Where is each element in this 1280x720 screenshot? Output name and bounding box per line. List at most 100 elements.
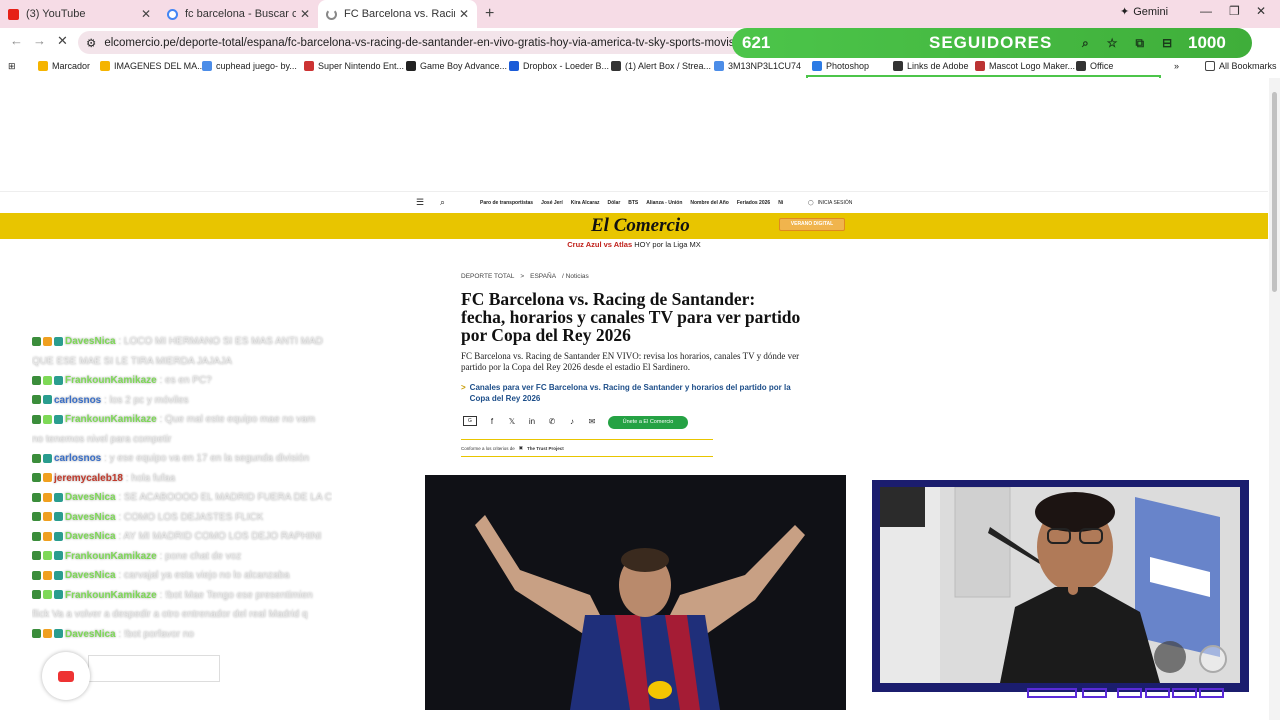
badge-icon: [43, 414, 52, 424]
promo-badge[interactable]: VERANO DIGITAL: [779, 218, 845, 231]
bookmark-item[interactable]: Links de Adobe: [893, 61, 969, 71]
promo-line[interactable]: Cruz Azul vs Atlas HOY por la Liga MX: [0, 240, 1268, 249]
breadcrumb-item[interactable]: DEPORTE TOTAL: [461, 273, 514, 280]
nav-link[interactable]: Dólar: [607, 200, 620, 206]
chat-message: FrankounKamikaze : !bot Mae Tengo ese pr…: [32, 586, 332, 606]
chat-username[interactable]: DavesNica: [65, 570, 116, 581]
bookmark-item[interactable]: Super Nintendo Ent...: [304, 61, 404, 71]
email-icon[interactable]: ✉: [587, 417, 597, 426]
breadcrumb-item[interactable]: ESPAÑA: [530, 273, 556, 280]
chat-text: : !bot Mae Tengo ese presentimien: [159, 589, 313, 601]
tiktok-icon[interactable]: ♪: [567, 417, 577, 426]
badge-icon: [43, 629, 52, 639]
whatsapp-join-button[interactable]: Únete a El Comercio: [608, 416, 688, 429]
x-icon[interactable]: 𝕏: [507, 417, 517, 426]
whatsapp-icon[interactable]: ✆: [547, 417, 557, 426]
chat-message: FrankounKamikaze : Que mal este equipo m…: [32, 410, 332, 430]
chat-username[interactable]: FrankounKamikaze: [65, 551, 157, 562]
address-bar[interactable]: ⚙ elcomercio.pe/deporte-total/espana/fc-…: [78, 31, 778, 54]
google-news-icon[interactable]: G: [463, 416, 477, 426]
close-window-icon[interactable]: ✕: [1256, 4, 1266, 18]
chat-username[interactable]: jeremycaleb18: [54, 473, 123, 484]
badge-icon: [32, 336, 41, 346]
back-icon[interactable]: ←: [10, 33, 23, 48]
tab-elcomercio[interactable]: FC Barcelona vs. Racing de Sant ✕: [318, 0, 477, 28]
user-icon: ◯: [808, 199, 814, 206]
facebook-icon[interactable]: f: [487, 417, 497, 426]
youtube-icon[interactable]: [42, 652, 90, 700]
tab-youtube[interactable]: (3) YouTube ✕: [0, 0, 159, 28]
forward-icon[interactable]: →: [33, 33, 46, 48]
chat-username[interactable]: FrankounKamikaze: [65, 414, 157, 425]
stop-icon[interactable]: ✕: [57, 33, 68, 49]
nav-link[interactable]: Feriados 2026: [737, 200, 770, 206]
minimize-icon[interactable]: —: [1200, 4, 1212, 18]
chat-message: DavesNica : carvajal ya esta viejo no lo…: [32, 566, 332, 586]
chat-input[interactable]: [88, 655, 220, 682]
scrollbar-thumb[interactable]: [1272, 92, 1277, 292]
close-icon[interactable]: ✕: [300, 7, 310, 21]
badge-icon: [43, 570, 52, 580]
tab-google-search[interactable]: fc barcelona - Buscar con Goog ✕: [159, 0, 318, 28]
profile-icon[interactable]: ⊟: [1162, 36, 1172, 51]
chat-username[interactable]: FrankounKamikaze: [65, 590, 157, 601]
article-photo[interactable]: [425, 475, 846, 710]
chat-username[interactable]: carlosnos: [54, 453, 101, 464]
nav-link[interactable]: Ni: [778, 200, 783, 206]
breadcrumb-item[interactable]: / Noticias: [562, 273, 589, 280]
chat-text: : carvajal ya esta viejo no lo alcanzaba: [118, 570, 290, 581]
site-logo[interactable]: El Comercio: [591, 215, 690, 237]
bookmark-item[interactable]: Photoshop: [812, 61, 869, 71]
chat-text: QUE ESE MAE SI LE TIRA MIERDA JAJAJA: [32, 355, 232, 367]
chat-message: DavesNica : LOCO MI HERMANO SI ES MAS AN…: [32, 332, 332, 352]
close-icon[interactable]: ✕: [141, 7, 151, 21]
apps-icon[interactable]: ⊞: [8, 61, 16, 72]
chat-username[interactable]: DavesNica: [65, 629, 116, 640]
bookmark-item[interactable]: Mascot Logo Maker...: [975, 61, 1075, 71]
maximize-icon[interactable]: ❐: [1229, 4, 1240, 18]
bookmark-item[interactable]: Game Boy Advance...: [406, 61, 507, 71]
bookmark-icon: [812, 61, 822, 71]
nav-link[interactable]: Kira Alcaraz: [571, 200, 600, 206]
all-bookmarks[interactable]: All Bookmarks: [1205, 61, 1277, 71]
login-link[interactable]: ◯ INICIA SESIÓN: [808, 200, 852, 206]
nav-link[interactable]: Alianza - Unión: [646, 200, 682, 206]
bookmark-item[interactable]: IMAGENES DEL MA...: [100, 61, 205, 71]
linkedin-icon[interactable]: in: [527, 417, 537, 426]
new-tab-button[interactable]: +: [485, 5, 494, 23]
chat-username[interactable]: DavesNica: [65, 492, 116, 503]
search-icon[interactable]: ⌕: [440, 197, 445, 208]
nav-link[interactable]: Paro de transportistas: [480, 200, 533, 206]
menu-icon[interactable]: ☰: [416, 197, 424, 208]
chat-username[interactable]: DavesNica: [65, 336, 116, 347]
chat-username[interactable]: FrankounKamikaze: [65, 375, 157, 386]
bookmark-item[interactable]: 3M13NP3L1CU74: [714, 61, 801, 71]
stream-chat: DavesNica : LOCO MI HERMANO SI ES MAS AN…: [32, 332, 332, 644]
bookmark-item[interactable]: Office: [1076, 61, 1113, 71]
chat-username[interactable]: carlosnos: [54, 395, 101, 406]
bookmark-item[interactable]: Marcador: [38, 61, 90, 71]
zoom-icon[interactable]: ⌕: [1082, 36, 1089, 51]
nav-link[interactable]: BTS: [628, 200, 638, 206]
badge-icon: [43, 590, 52, 600]
bookmark-icon: [100, 61, 110, 71]
sparkle-icon: ✦: [1120, 6, 1130, 18]
chevron-right-icon[interactable]: »: [1174, 61, 1179, 71]
nav-link[interactable]: Nombre del Año: [690, 200, 728, 206]
trust-project[interactable]: Conforme a los criterios de ▣ The Trust Pr…: [461, 445, 564, 451]
star-icon[interactable]: ☆: [1107, 36, 1118, 51]
bookmark-item[interactable]: cuphead juego- by...: [202, 61, 297, 71]
site-info-icon[interactable]: ⚙: [86, 36, 96, 50]
tab-title: fc barcelona - Buscar con Goog: [185, 8, 296, 20]
gemini-button[interactable]: ✦ Gemini: [1120, 5, 1168, 19]
nav-link[interactable]: José Jerí: [541, 200, 563, 206]
chat-username[interactable]: DavesNica: [65, 531, 116, 542]
close-icon[interactable]: ✕: [459, 7, 469, 21]
extensions-icon[interactable]: ⧉: [1136, 36, 1145, 51]
chat-message: flick Va a volver a despedir a otro entr…: [32, 605, 332, 625]
bookmark-item[interactable]: Dropbox - Loeder B...: [509, 61, 609, 71]
chat-username[interactable]: DavesNica: [65, 512, 116, 523]
related-link[interactable]: > Canales para ver FC Barcelona vs. Racin…: [461, 382, 811, 404]
bookmark-item[interactable]: (1) Alert Box / Strea...: [611, 61, 711, 71]
scroll-top-button[interactable]: [1199, 645, 1227, 673]
